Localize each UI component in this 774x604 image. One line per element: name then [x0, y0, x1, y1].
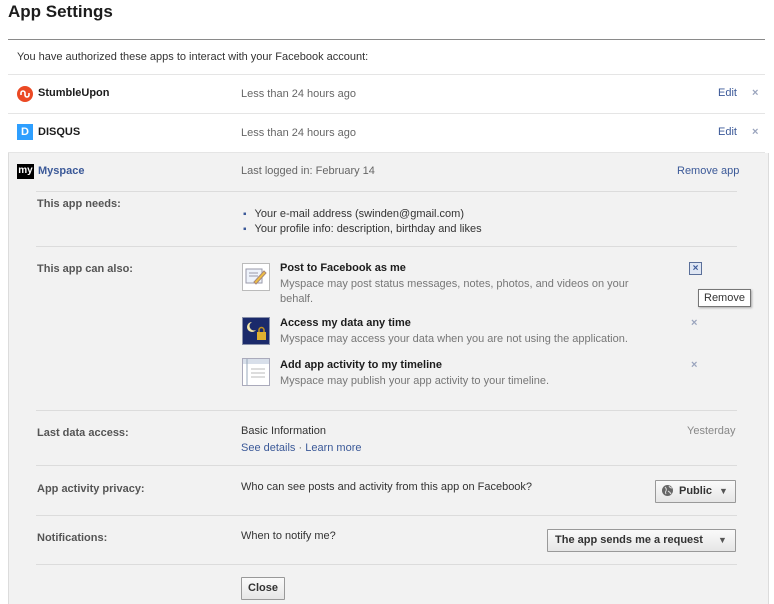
privacy-dropdown[interactable]: Public ▼ — [655, 480, 736, 503]
app-row-disqus: D DISQUS Less than 24 hours ago Edit × — [8, 114, 765, 152]
divider — [36, 515, 737, 516]
see-details-link[interactable]: See details — [241, 442, 295, 454]
permission-title: Add app activity to my timeline — [280, 359, 442, 371]
app-last-used: Less than 24 hours ago — [241, 88, 356, 100]
last-data-access-label: Last data access: — [37, 427, 129, 439]
last-logged-in: Last logged in: February 14 — [241, 165, 375, 177]
close-button[interactable]: Close — [241, 577, 285, 600]
permission-title: Post to Facebook as me — [280, 262, 406, 274]
permission-description: Myspace may publish your app activity to… — [280, 375, 550, 387]
chevron-down-icon: ▼ — [719, 486, 728, 496]
app-name-myspace[interactable]: Myspace — [38, 165, 84, 177]
intro-text: You have authorized these apps to intera… — [17, 51, 369, 63]
remove-app-icon[interactable]: × — [752, 126, 758, 138]
access-data-anytime-icon — [242, 317, 270, 345]
divider — [36, 410, 737, 411]
divider — [36, 564, 737, 565]
separator-dot: · — [298, 442, 303, 454]
timeline-activity-icon — [242, 358, 270, 386]
myspace-icon: my — [17, 164, 34, 179]
privacy-question: Who can see posts and activity from this… — [241, 481, 533, 493]
app-last-used: Less than 24 hours ago — [241, 127, 356, 139]
notifications-value: The app sends me a request — [555, 534, 703, 546]
privacy-value: Public — [679, 485, 713, 497]
app-needs-label: This app needs: — [37, 198, 121, 210]
disqus-icon: D — [17, 124, 33, 140]
permission-description: Myspace may access your data when you ar… — [280, 333, 628, 345]
divider — [36, 191, 737, 192]
edit-link[interactable]: Edit — [718, 87, 737, 99]
learn-more-link[interactable]: Learn more — [305, 442, 361, 454]
list-item: Your e-mail address (swinden@gmail.com) — [243, 207, 482, 222]
title-divider — [8, 39, 765, 40]
notifications-question: When to notify me? — [241, 530, 336, 542]
app-can-also-label: This app can also: — [37, 263, 133, 275]
last-access-value: Basic Information — [241, 425, 326, 437]
permission-title: Access my data any time — [280, 317, 411, 329]
app-name[interactable]: StumbleUpon — [38, 87, 110, 99]
edit-link[interactable]: Edit — [718, 126, 737, 138]
remove-permission-icon[interactable]: × — [691, 359, 697, 371]
notifications-dropdown[interactable]: The app sends me a request ▼ — [547, 529, 736, 552]
last-access-time: Yesterday — [687, 425, 736, 437]
globe-icon — [662, 485, 673, 496]
divider — [36, 246, 737, 247]
notifications-label: Notifications: — [37, 532, 108, 544]
post-to-facebook-icon — [242, 263, 270, 291]
remove-app-icon[interactable]: × — [752, 87, 758, 99]
remove-permission-icon[interactable]: × — [689, 262, 702, 275]
page-title: App Settings — [8, 2, 113, 21]
app-activity-privacy-label: App activity privacy: — [37, 483, 145, 495]
chevron-down-icon: ▼ — [718, 535, 727, 545]
remove-tooltip: Remove — [698, 289, 751, 307]
app-name[interactable]: DISQUS — [38, 126, 80, 138]
stumbleupon-icon — [17, 86, 33, 102]
required-permissions-list: Your e-mail address (swinden@gmail.com) … — [243, 207, 482, 237]
divider — [36, 465, 737, 466]
app-row-stumbleupon: StumbleUpon Less than 24 hours ago Edit … — [8, 75, 765, 113]
permission-description: Myspace may post status messages, notes,… — [280, 278, 629, 305]
list-item: Your profile info: description, birthday… — [243, 222, 482, 237]
last-access-links: See details · Learn more — [241, 442, 362, 454]
remove-permission-icon[interactable]: × — [691, 317, 697, 329]
remove-app-link[interactable]: Remove app — [677, 165, 739, 177]
